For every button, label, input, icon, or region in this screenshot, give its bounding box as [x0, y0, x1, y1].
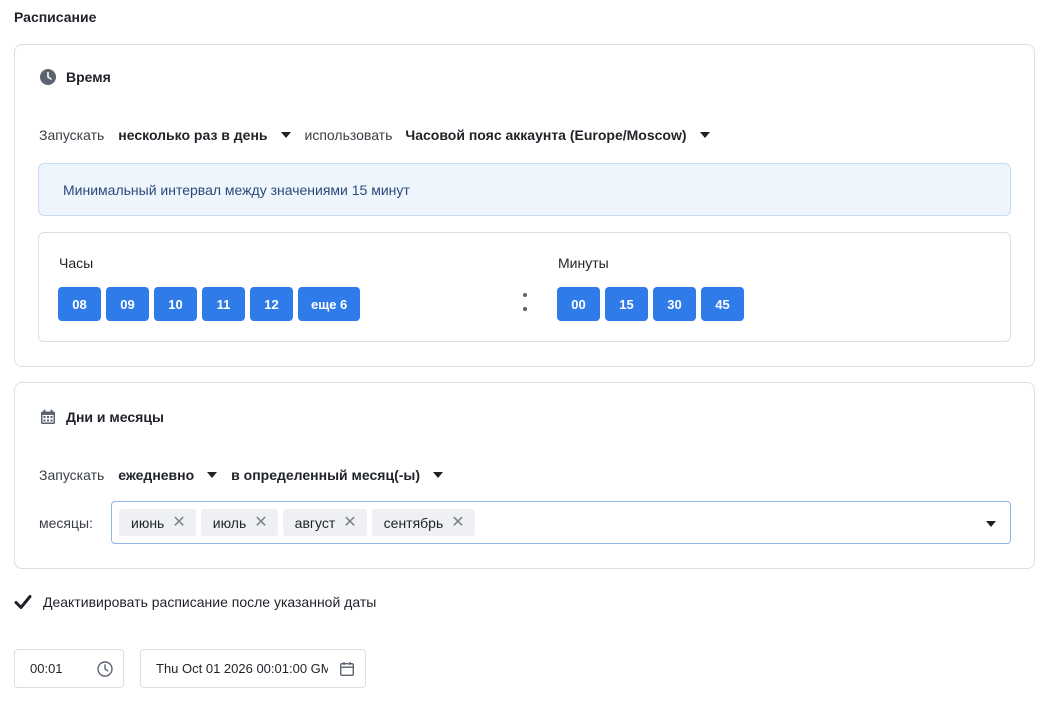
remove-icon[interactable]: ✕ [172, 514, 185, 531]
month-tag-label: сентябрь [383, 514, 444, 531]
time-card-header: Время [40, 69, 111, 85]
days-mode-dropdown[interactable]: ежедневно [118, 467, 218, 483]
interval-info-box: Минимальный интервал между значениями 15… [38, 163, 1011, 216]
minute-chip[interactable]: 00 [557, 287, 600, 321]
month-tag: август ✕ [282, 509, 367, 536]
more-hours-chip[interactable]: еще 6 [298, 287, 361, 321]
run-label: Запускать [39, 467, 105, 483]
time-card-title: Время [66, 69, 111, 85]
deactivate-checkbox-row[interactable]: Деактивировать расписание после указанно… [14, 593, 376, 611]
timezone-dropdown[interactable]: Часовой пояс аккаунта (Europe/Moscow) [405, 127, 710, 143]
month-tag: июнь ✕ [119, 509, 196, 536]
remove-icon[interactable]: ✕ [254, 514, 267, 531]
month-tag: сентябрь ✕ [371, 509, 475, 536]
hour-chip[interactable]: 11 [202, 287, 245, 321]
time-separator [523, 293, 527, 311]
months-mode-value: в определенный месяц(-ы) [231, 467, 421, 483]
hour-chip[interactable]: 09 [106, 287, 149, 321]
chevron-down-icon [280, 132, 291, 138]
minute-chip[interactable]: 45 [701, 287, 744, 321]
remove-icon[interactable]: ✕ [343, 514, 356, 531]
remove-icon[interactable]: ✕ [451, 514, 464, 531]
minutes-chips: 00 15 30 45 [557, 287, 744, 321]
time-card: Время Запускать несколько раз в день исп… [14, 44, 1035, 367]
hours-label: Часы [59, 255, 94, 271]
end-time-input[interactable]: 00:01 [14, 649, 124, 688]
days-card-title: Дни и месяцы [66, 409, 164, 425]
page-title: Расписание [14, 9, 97, 25]
months-multiselect[interactable]: июнь ✕ июль ✕ август ✕ сентябрь ✕ [111, 501, 1011, 544]
calendar-icon[interactable] [339, 661, 355, 677]
end-date-value: Thu Oct 01 2026 00:01:00 GMT+0300 [156, 661, 328, 676]
run-label: Запускать [39, 127, 105, 143]
end-date-input[interactable]: Thu Oct 01 2026 00:01:00 GMT+0300 [140, 649, 366, 688]
days-run-row: Запускать ежедневно в определенный месяц… [39, 467, 444, 483]
use-label: использовать [304, 127, 393, 143]
frequency-dropdown[interactable]: несколько раз в день [118, 127, 291, 143]
days-mode-value: ежедневно [118, 467, 195, 483]
months-label: месяцы: [39, 514, 93, 531]
frequency-value: несколько раз в день [118, 127, 268, 143]
days-card-header: Дни и месяцы [40, 409, 164, 425]
months-row: месяцы: июнь ✕ июль ✕ август ✕ сентябрь … [39, 501, 1011, 544]
end-time-value: 00:01 [30, 661, 63, 676]
month-tag-label: август [294, 514, 336, 531]
deactivate-checkbox[interactable] [14, 593, 32, 611]
chevron-down-icon [207, 472, 218, 478]
months-mode-dropdown[interactable]: в определенный месяц(-ы) [231, 467, 444, 483]
clock-icon[interactable] [97, 661, 113, 677]
minute-chip[interactable]: 30 [653, 287, 696, 321]
hour-chip[interactable]: 12 [250, 287, 293, 321]
hour-chip[interactable]: 10 [154, 287, 197, 321]
month-tag-label: июнь [131, 514, 165, 531]
timezone-value: Часовой пояс аккаунта (Europe/Moscow) [405, 127, 687, 143]
calendar-icon [40, 409, 56, 425]
interval-info-text: Минимальный интервал между значениями 15… [63, 181, 410, 198]
deactivate-label: Деактивировать расписание после указанно… [43, 594, 377, 610]
clock-icon [40, 69, 56, 85]
month-tag: июль ✕ [200, 509, 278, 536]
month-tag-label: июль [212, 514, 247, 531]
checkmark-icon [14, 595, 32, 609]
hours-chips: 08 09 10 11 12 еще 6 [58, 287, 361, 321]
minutes-label: Минуты [558, 255, 609, 271]
time-picker: Часы 08 09 10 11 12 еще 6 Минуты 00 15 3… [38, 232, 1011, 342]
hour-chip[interactable]: 08 [58, 287, 101, 321]
days-months-card: Дни и месяцы Запускать ежедневно в опред… [14, 382, 1035, 569]
chevron-down-icon [699, 132, 710, 138]
chevron-down-icon [433, 472, 444, 478]
minute-chip[interactable]: 15 [605, 287, 648, 321]
time-run-row: Запускать несколько раз в день использов… [39, 127, 710, 143]
chevron-down-icon[interactable] [986, 521, 996, 527]
